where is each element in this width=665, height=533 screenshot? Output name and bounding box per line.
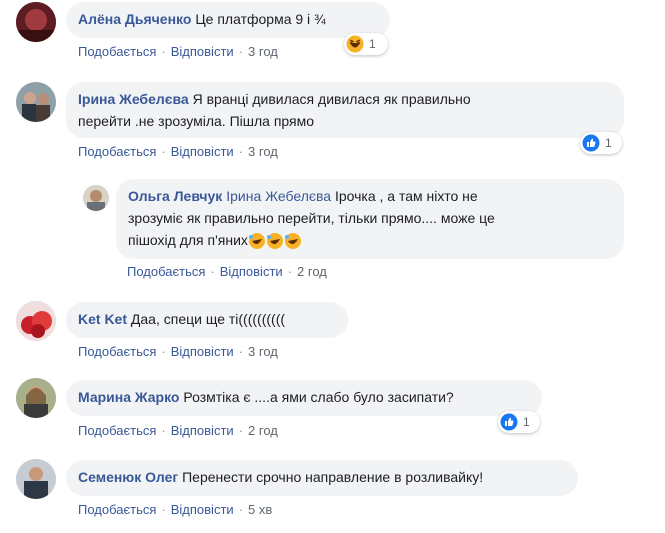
reaction-summary[interactable]: 1 (344, 33, 388, 55)
avatar-photo (16, 301, 56, 341)
comment-actions: Подобається · Відповісти · 2 год (78, 423, 278, 438)
like-link[interactable]: Подобається (78, 144, 156, 159)
avatar-photo (16, 378, 56, 418)
comment-actions: Подобається · Відповісти · 2 год (127, 264, 327, 279)
comment-author[interactable]: Алёна Дьяченко (78, 11, 191, 27)
reply-link[interactable]: Відповісти (171, 44, 234, 59)
comment-text: Це платформа 9 і ¾ (195, 11, 326, 27)
mention-link[interactable]: Ірина Жебелєва (226, 188, 331, 204)
avatar-photo (16, 2, 56, 42)
comment-author[interactable]: Ket Ket (78, 311, 127, 327)
avatar[interactable] (16, 82, 56, 122)
comment-actions: Подобається · Відповісти · 3 год (78, 44, 278, 59)
avatar[interactable] (16, 2, 56, 42)
comment-text: Розмтіка є ....а ями слабо було засипати… (183, 389, 454, 405)
laughing-emoji-group (248, 232, 302, 250)
reply-link[interactable]: Відповісти (220, 264, 283, 279)
haha-icon (346, 35, 364, 53)
comment-text: Перенести срочно направление в розливайк… (182, 469, 484, 485)
comment-bubble: Ольга Левчук Ірина Жебелєва Ірочка , а т… (116, 179, 624, 259)
avatar-photo (83, 185, 109, 211)
reaction-count: 1 (605, 136, 612, 150)
timestamp[interactable]: 2 год (248, 423, 278, 438)
reaction-summary[interactable]: 1 (580, 132, 622, 154)
avatar[interactable] (16, 301, 56, 341)
comment-bubble: Ірина Жебелєва Я вранці дивилася дивилас… (66, 82, 624, 138)
comment-text: Ірочка , а там ніхто не (334, 188, 478, 204)
like-link[interactable]: Подобається (78, 344, 156, 359)
timestamp[interactable]: 3 год (248, 344, 278, 359)
reply-link[interactable]: Відповісти (171, 502, 234, 517)
avatar[interactable] (83, 185, 109, 211)
rofl-icon (284, 233, 301, 250)
comment-bubble: Алёна Дьяченко Це платформа 9 і ¾ (66, 2, 390, 38)
comment-author[interactable]: Марина Жарко (78, 389, 179, 405)
comment-author[interactable]: Семенюк Олег (78, 469, 178, 485)
like-link[interactable]: Подобається (78, 44, 156, 59)
avatar[interactable] (16, 378, 56, 418)
reaction-count: 1 (369, 37, 376, 51)
like-link[interactable]: Подобається (78, 502, 156, 517)
comment-bubble: Марина Жарко Розмтіка є ....а ями слабо … (66, 380, 542, 416)
reply-link[interactable]: Відповісти (171, 344, 234, 359)
comment-text-line: зрозуміє як правильно перейти, тільки пр… (128, 210, 495, 226)
comment-actions: Подобається · Відповісти · 5 хв (78, 502, 273, 517)
comment-text-line: пішохід для п'яних (128, 232, 248, 248)
comment-author[interactable]: Ольга Левчук (128, 188, 222, 204)
like-icon (500, 413, 518, 431)
comment-text: Даа, специ ще ті(((((((((( (130, 311, 286, 327)
comment-bubble: Ket Ket Даа, специ ще ті(((((((((( (66, 302, 348, 338)
timestamp[interactable]: 5 хв (248, 502, 272, 517)
avatar-photo (16, 82, 56, 122)
rofl-icon (248, 233, 265, 250)
comment-text-line: перейти .не зрозуміла. Пішла прямо (78, 113, 315, 129)
comment-author[interactable]: Ірина Жебелєва (78, 91, 189, 107)
comment-bubble: Семенюк Олег Перенести срочно направлени… (66, 460, 578, 496)
comment-actions: Подобається · Відповісти · 3 год (78, 144, 278, 159)
comment-text: Я вранці дивилася дивилася як правильно (192, 91, 471, 107)
like-icon (582, 134, 600, 152)
avatar-photo (16, 459, 56, 499)
reply-link[interactable]: Відповісти (171, 144, 234, 159)
timestamp[interactable]: 3 год (248, 44, 278, 59)
avatar[interactable] (16, 459, 56, 499)
rofl-icon (266, 233, 283, 250)
timestamp[interactable]: 3 год (248, 144, 278, 159)
reply-link[interactable]: Відповісти (171, 423, 234, 438)
like-link[interactable]: Подобається (78, 423, 156, 438)
like-link[interactable]: Подобається (127, 264, 205, 279)
reaction-summary[interactable]: 1 (498, 411, 540, 433)
timestamp[interactable]: 2 год (297, 264, 327, 279)
reaction-count: 1 (523, 415, 530, 429)
comment-actions: Подобається · Відповісти · 3 год (78, 344, 278, 359)
